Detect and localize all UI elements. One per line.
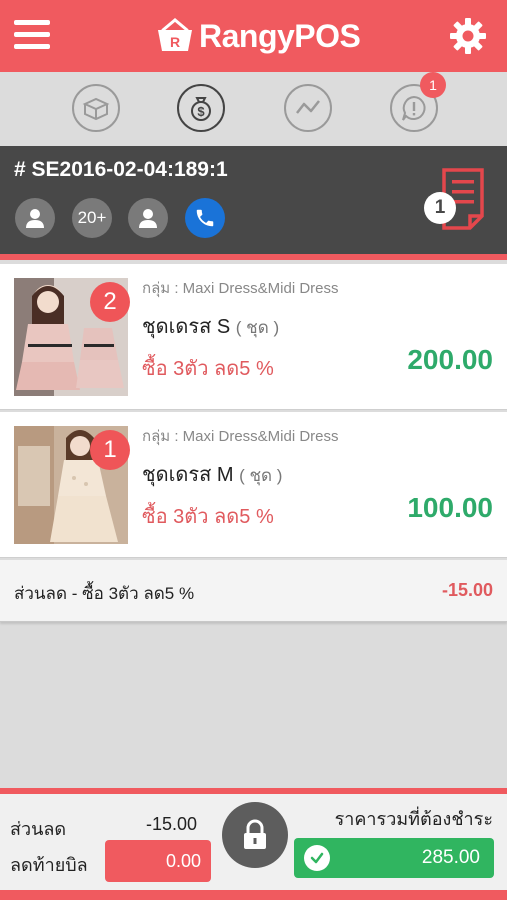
tab-reports[interactable] [284,84,332,132]
divider-line [0,254,507,260]
app-header: R RangyPOS [0,0,507,72]
tab-sales[interactable]: $ [177,84,225,132]
footer-discount-label: ส่วนลด [10,819,67,839]
basket-logo-icon: R [158,18,192,51]
item-unit: ( ชุด ) [235,318,280,337]
staff-button[interactable] [128,198,168,238]
discount-amount: -15.00 [441,580,493,600]
money-bag-icon: $ [191,97,211,121]
svg-text:$: $ [197,104,205,119]
bill-discount-label: ลดท้ายบิล [10,855,88,875]
notification-badge: 1 [420,72,446,98]
item-price: 100.00 [407,492,493,523]
tab-products[interactable] [72,84,120,132]
item-name-text: ชุดเดรส M [142,464,234,486]
item-unit: ( ชุด ) [239,466,283,485]
total-amount: 285.00 [421,847,480,868]
bill-discount-input[interactable]: 0.00 [105,840,211,882]
hamburger-icon[interactable] [14,20,50,50]
svg-text:R: R [170,34,180,50]
order-info-bar: # SE2016-02-04:189:1 20+ 1 [0,146,507,254]
order-item[interactable]: 2 กลุ่ม : Maxi Dress&Midi Dress ชุดเดรส … [0,264,507,410]
chart-line-icon [296,100,320,114]
phone-button[interactable] [185,198,225,238]
gear-icon[interactable] [448,16,488,56]
user-icon [139,209,157,228]
item-name-text: ชุดเดรส S [142,316,231,338]
lock-icon [244,819,266,849]
check-circle-icon [304,845,330,871]
item-price: 200.00 [407,344,493,375]
alert-chat-icon [402,95,426,121]
section-tab-bar: $ 1 [0,72,507,146]
quantity-badge: 2 [90,282,130,322]
order-item[interactable]: 1 กลุ่ม : Maxi Dress&Midi Dress ชุดเดรส … [0,412,507,558]
discount-label: ส่วนลด - ซื้อ 3ตัว ลด5 % [14,584,195,603]
pay-button[interactable]: 285.00 [294,838,494,878]
item-name: ชุดเดรส S ( ชุด ) [142,310,279,342]
item-name: ชุดเดรส M ( ชุด ) [142,458,282,490]
item-group: กลุ่ม : Maxi Dress&Midi Dress [142,280,339,297]
app-logo-text: RangyPOS [199,17,361,54]
footer-discount-value: -15.00 [146,814,198,834]
item-promotion: ซื้อ 3ตัว ลด5 % [142,358,274,380]
quantity-badge: 1 [90,430,130,470]
phone-icon [196,209,214,227]
box-icon [82,97,110,121]
order-id: # SE2016-02-04:189:1 [14,158,228,181]
app-logo: R RangyPOS [155,14,361,58]
user-icon [26,209,44,228]
customer-button[interactable] [15,198,55,238]
tab-notifications[interactable]: 1 [390,72,446,132]
total-label: ราคารวมที่ต้องชำระ [334,809,493,829]
receipt-badge: 1 [424,192,456,224]
discount-row[interactable]: ส่วนลด - ซื้อ 3ตัว ลด5 % -15.00 [0,560,507,622]
item-promotion: ซื้อ 3ตัว ลด5 % [142,506,274,528]
receipt-button[interactable]: 1 [424,166,492,232]
checkout-footer: ส่วนลด -15.00 ลดท้ายบิล 0.00 ราคารวมที่ต… [0,794,507,890]
item-group: กลุ่ม : Maxi Dress&Midi Dress [142,428,339,445]
guest-count: 20+ [77,208,107,227]
lock-button[interactable] [222,802,288,868]
bottom-edge [0,890,507,900]
guest-count-button[interactable]: 20+ [72,198,112,238]
